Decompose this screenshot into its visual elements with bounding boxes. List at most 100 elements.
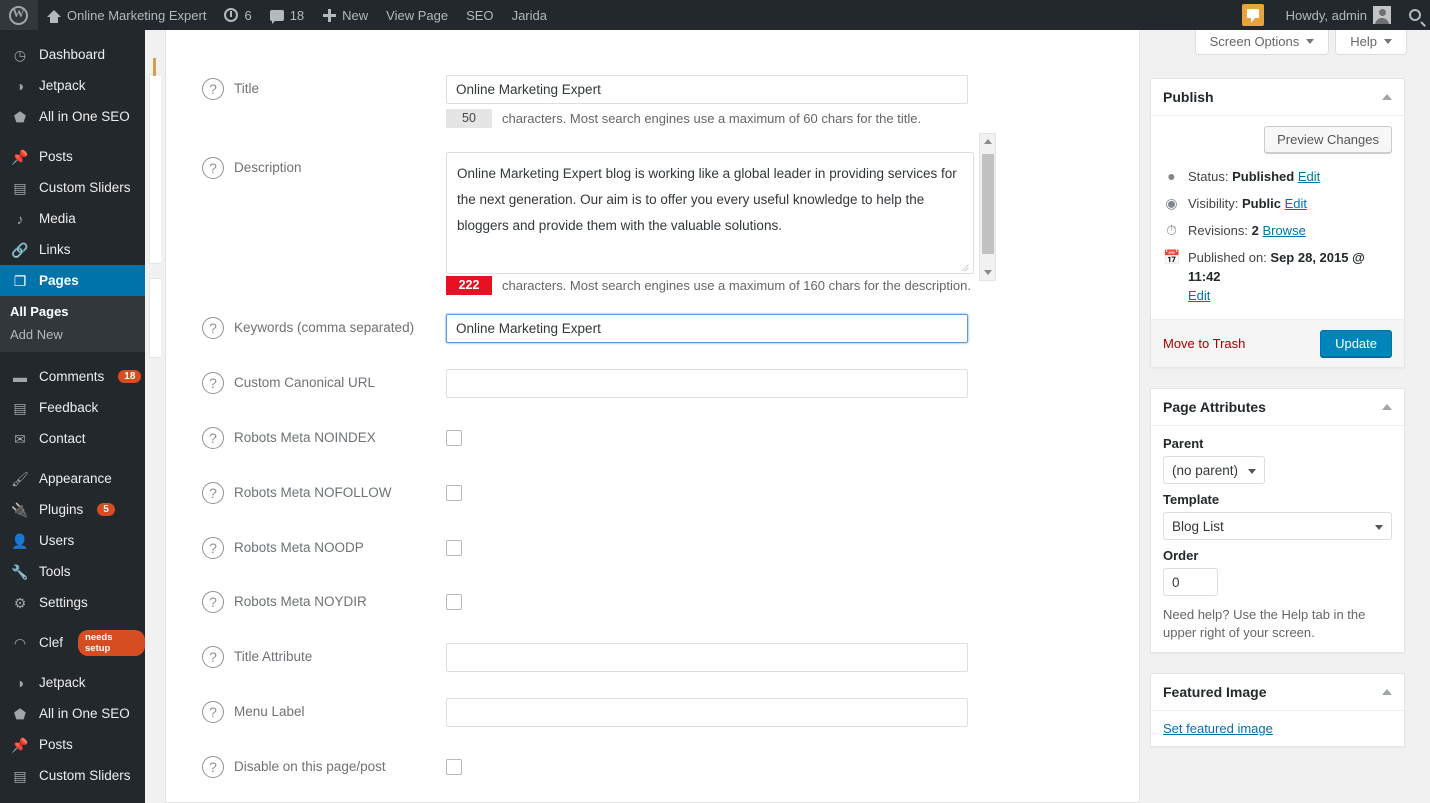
sidebar-item-posts[interactable]: 📌 Posts [0,729,145,760]
help-icon-robots-meta-noindex[interactable]: ? [202,427,224,449]
chevron-up-icon[interactable] [1382,689,1392,695]
checkbox-robots-meta-noindex[interactable] [446,430,462,446]
sidebar-item-plugins[interactable]: 🔌 Plugins 5 [0,494,145,525]
sidebar-item-jetpack[interactable]: ◑ Jetpack [0,70,145,101]
metabox-scrollbar[interactable] [979,133,996,281]
howdy-label: Howdy, admin [1285,7,1367,23]
published-edit-link[interactable]: Edit [1188,288,1210,303]
link-icon: 🔗 [11,241,29,258]
page-attributes-title: Page Attributes [1163,399,1266,415]
sidebar-item-appearance[interactable]: 🖌 Appearance [0,463,145,494]
sidebar-item-pages[interactable]: ❐ Pages [0,265,145,296]
screen-options-tab[interactable]: Screen Options [1194,30,1330,55]
feedback-icon: ▤ [13,399,27,416]
sidebar-item-comments[interactable]: ▬ Comments 18 [0,361,145,392]
parent-select-value: (no parent) [1172,462,1239,478]
comments-menu[interactable]: 18 [261,0,313,30]
sidebar-item-dashboard[interactable]: ◷ Dashboard [0,39,145,70]
sidebar-item-clef[interactable]: ◠ Clef needs setup [0,627,145,658]
preview-changes-button[interactable]: Preview Changes [1264,126,1392,153]
field-textarea-description[interactable] [446,152,974,274]
help-tab[interactable]: Help [1335,30,1407,55]
help-icon-robots-meta-nofollow[interactable]: ? [202,482,224,504]
submenu-item-all-pages[interactable]: All Pages [0,300,145,323]
help-icon-robots-meta-noydir[interactable]: ? [202,591,224,613]
submenu-item-add-new[interactable]: Add New [0,323,145,346]
main-content: Screen Options Help ? Title 50 characters. … [145,30,1430,803]
textarea-resize-handle[interactable] [961,260,971,270]
new-content-menu[interactable]: New [313,0,377,30]
featured-image-box: Featured Image Set featured image [1150,673,1405,747]
pin-icon: 📌 [11,148,29,165]
move-to-trash-link[interactable]: Move to Trash [1163,336,1245,351]
scroll-down-icon[interactable] [984,270,992,275]
revisions-browse-link[interactable]: Browse [1262,223,1305,238]
scroll-up-icon[interactable] [984,139,992,144]
help-icon-title-attribute[interactable]: ? [202,646,224,668]
sidebar-item-feedback[interactable]: ▤ Feedback [0,392,145,423]
checkbox-disable-on-this-page-post[interactable] [446,759,462,775]
screen-options-label: Screen Options [1209,34,1300,49]
field-input-menu-label[interactable] [446,698,968,727]
notifications-flag-button[interactable] [1233,0,1277,30]
seo-menu[interactable]: SEO [457,0,502,30]
sidebar-item-all-in-one-seo[interactable]: ⬟ All in One SEO [0,101,145,132]
visibility-label: Visibility: [1188,196,1239,211]
sidebar-item-jetpack[interactable]: ◑ Jetpack [0,667,145,698]
view-page-link[interactable]: View Page [377,0,457,30]
sidebar-item-contact[interactable]: ✉ Contact [0,423,145,454]
status-edit-link[interactable]: Edit [1298,169,1320,184]
checkbox-robots-meta-noydir[interactable] [446,594,462,610]
template-select[interactable]: Blog List [1163,512,1392,540]
page-attributes-header[interactable]: Page Attributes [1151,389,1404,426]
field-input-title-attribute[interactable] [446,643,968,672]
publish-box-header[interactable]: Publish [1151,79,1404,116]
counter-row-title: 50 characters. Most search engines use a … [446,109,921,128]
visibility-edit-link[interactable]: Edit [1285,196,1307,211]
revisions-row: ⏱ Revisions: 2 Browse [1163,217,1392,244]
help-icon-description[interactable]: ? [202,157,224,179]
field-input-keywords-comma-separated[interactable] [446,314,968,343]
help-icon-robots-meta-noodp[interactable]: ? [202,537,224,559]
help-icon-disable-on-this-page-post[interactable]: ? [202,756,224,778]
scrollbar-thumb[interactable] [982,154,994,254]
checkbox-robots-meta-noodp[interactable] [446,540,462,556]
site-name-menu[interactable]: Online Marketing Expert [38,0,215,30]
sidebar-item-posts[interactable]: 📌 Posts [0,141,145,172]
parent-select[interactable]: (no parent) [1163,456,1266,484]
featured-image-header[interactable]: Featured Image [1151,674,1404,711]
help-icon-keywords-comma-separated[interactable]: ? [202,317,224,339]
help-icon-title[interactable]: ? [202,78,224,100]
adjacent-metabox-sliver-2 [149,278,161,358]
updates-menu[interactable]: 6 [215,0,260,30]
field-label-description: Description [234,160,302,175]
sidebar-item-all-in-one-seo[interactable]: ⬟ All in One SEO [0,698,145,729]
help-label: Help [1350,34,1377,49]
sidebar-item-links[interactable]: 🔗 Links [0,234,145,265]
wordpress-logo-menu[interactable] [0,0,38,30]
my-account-menu[interactable]: Howdy, admin [1277,0,1400,30]
field-input-custom-canonical-url[interactable] [446,369,968,398]
search-button[interactable] [1400,0,1430,30]
order-input[interactable] [1163,568,1218,596]
search-icon [1409,9,1421,21]
slider-icon: ▤ [13,179,27,196]
sidebar-item-media[interactable]: ♪ Media [0,203,145,234]
chevron-up-icon[interactable] [1382,94,1392,100]
field-input-title[interactable] [446,75,968,104]
help-icon-menu-label[interactable]: ? [202,701,224,723]
sidebar-item-users[interactable]: 👤 Users [0,525,145,556]
chevron-up-icon[interactable] [1382,404,1392,410]
sidebar-item-custom-sliders[interactable]: ▤ Custom Sliders [0,172,145,203]
jarida-menu[interactable]: Jarida [503,0,556,30]
help-icon-custom-canonical-url[interactable]: ? [202,372,224,394]
sidebar-item-settings[interactable]: ⚙ Settings [0,587,145,618]
checkbox-robots-meta-nofollow[interactable] [446,485,462,501]
sidebar-item-label: Users [39,533,75,548]
sidebar-item-custom-sliders[interactable]: ▤ Custom Sliders [0,760,145,791]
update-icon [224,8,239,22]
sidebar-item-tools[interactable]: 🔧 Tools [0,556,145,587]
order-label: Order [1163,548,1199,563]
set-featured-image-link[interactable]: Set featured image [1163,721,1273,736]
update-button[interactable]: Update [1320,330,1392,357]
